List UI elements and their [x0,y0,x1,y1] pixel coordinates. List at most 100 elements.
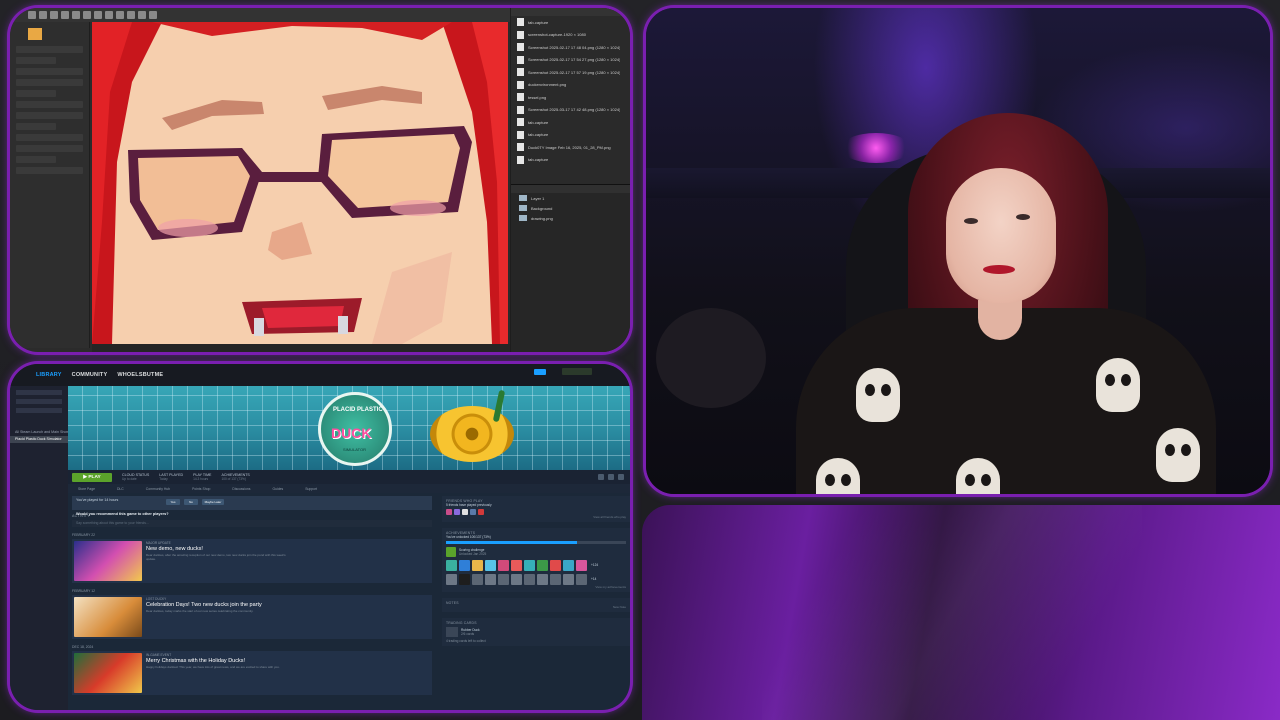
image-list-item[interactable]: tessel.png [511,91,630,104]
locked-achievement-icon[interactable] [550,574,561,585]
option-row[interactable] [16,112,83,119]
achievement-icon[interactable] [459,560,470,571]
image-list-item[interactable]: tab-capture [511,154,630,167]
sidebar-item-collection[interactable]: All Steam Launch and Main Shows [10,429,68,436]
locked-achievement-icon[interactable] [511,574,522,585]
color-swatch-icon[interactable] [28,28,42,40]
avatar[interactable] [454,509,460,515]
zoom-tool-icon[interactable] [149,11,157,19]
image-list-item[interactable]: Screenshot 2025-02-17 17 54 27.png (1280… [511,54,630,67]
option-row[interactable] [16,156,56,163]
locked-achievement-icon[interactable] [498,574,509,585]
image-list-item[interactable]: tab-capture [511,16,630,29]
option-row[interactable] [16,90,56,97]
achievement-icon[interactable] [446,560,457,571]
eraser-tool-icon[interactable] [94,11,102,19]
notification-button[interactable] [534,369,546,375]
favorite-star-icon[interactable] [618,474,624,480]
locked-achievement-icon[interactable] [485,574,496,585]
achievement-icon[interactable] [498,560,509,571]
open-images-list: tab-capture screenshot-capture-1920 × 10… [511,16,630,166]
option-row[interactable] [16,123,56,130]
pencil-tool-icon[interactable] [72,11,80,19]
achievements-link[interactable]: View my achievements [446,585,626,589]
text-tool-icon[interactable] [127,11,135,19]
tab-user[interactable]: WHOELSBUTME [117,372,163,378]
image-list-item[interactable]: duckenvironment.png [511,79,630,92]
image-list-item[interactable]: Duck0TY Image Feb 16, 2025, 01_28_PM.png [511,141,630,154]
avatar[interactable] [470,509,476,515]
locked-achievement-icon[interactable] [537,574,548,585]
layer-item[interactable]: drawing.png [511,213,630,223]
tab-library[interactable]: LIBRARY [36,372,62,378]
recommend-yes-button[interactable]: Yes [166,499,180,505]
achievement-icon[interactable] [511,560,522,571]
locked-achievement-icon[interactable] [524,574,535,585]
achievement-icon[interactable] [537,560,548,571]
recommend-later-button[interactable]: Maybe Later [202,499,224,505]
lasso-tool-icon[interactable] [50,11,58,19]
image-list-item[interactable]: tab-capture [511,116,630,129]
avatar[interactable] [462,509,468,515]
image-list-item[interactable]: Screenshot 2025-03-17 17 42 48.png (1280… [511,104,630,117]
sidebar-home-row[interactable] [16,390,62,395]
option-row[interactable] [16,145,83,152]
achievement-icon[interactable] [550,560,561,571]
option-row[interactable] [16,46,83,53]
activity-input[interactable]: Say something about this game to your fr… [72,520,432,527]
option-row[interactable] [16,79,83,86]
subnav-guides[interactable]: Guides [272,487,283,491]
layer-item[interactable]: Background [511,203,630,213]
new-note-link[interactable]: New Note [446,605,626,609]
fill-tool-icon[interactable] [105,11,113,19]
locked-achievement-icon[interactable] [459,574,470,585]
image-list-item[interactable]: screenshot-capture-1920 × 1080 [511,29,630,42]
subnav-points-shop[interactable]: Points Shop [192,487,210,491]
avatar[interactable] [478,509,484,515]
news-item[interactable]: IN-GAME EVENT Merry Christmas with the Ho… [72,651,432,695]
locked-achievement-icon[interactable] [446,574,457,585]
option-row[interactable] [16,57,56,64]
pixel-art-canvas[interactable] [92,22,508,344]
play-button[interactable]: ▶ PLAY [72,472,112,482]
select-tool-icon[interactable] [39,11,47,19]
achievement-icon[interactable] [563,560,574,571]
friends-link[interactable]: View all friends who play [446,515,626,519]
achievement-icon[interactable] [485,560,496,571]
tab-community[interactable]: COMMUNITY [72,372,108,378]
achievement-icon[interactable] [472,560,483,571]
image-list-item[interactable]: Screenshot 2025-02-17 17 57 19.png (1280… [511,66,630,79]
move-tool-icon[interactable] [28,11,36,19]
news-item[interactable]: MAJOR UPDATE New demo, new ducks! Dear duc… [72,539,432,583]
locked-achievement-icon[interactable] [576,574,587,585]
subnav-discussions[interactable]: Discussions [232,487,250,491]
subnav-store-page[interactable]: Store Page [78,487,95,491]
locked-achievement-icon[interactable] [563,574,574,585]
picker-tool-icon[interactable] [138,11,146,19]
image-list-item[interactable]: tab-capture [511,129,630,142]
image-list-item[interactable]: Screenshot 2025-02-17 17 48 04.png (1280… [511,41,630,54]
sidebar-item-placid-plastic-duck[interactable]: Placid Plastic Duck Simulator [10,436,68,443]
subnav-dlc[interactable]: DLC [117,487,124,491]
news-item[interactable]: LOST DUCKY Celebration Days! Two new duck… [72,595,432,639]
avatar[interactable] [446,509,452,515]
account-menu-button[interactable] [562,368,592,375]
sidebar-filter-row[interactable] [16,399,62,404]
option-row[interactable] [16,167,83,174]
recommend-no-button[interactable]: No [184,499,198,505]
crop-tool-icon[interactable] [61,11,69,19]
info-icon[interactable] [608,474,614,480]
locked-achievement-icon[interactable] [472,574,483,585]
settings-gear-icon[interactable] [598,474,604,480]
brush-tool-icon[interactable] [83,11,91,19]
option-row[interactable] [16,134,83,141]
option-row[interactable] [16,101,83,108]
achievement-icon[interactable] [524,560,535,571]
option-row[interactable] [16,68,83,75]
subnav-support[interactable]: Support [305,487,317,491]
achievement-icon[interactable] [576,560,587,571]
layer-item[interactable]: Layer 1 [511,193,630,203]
sidebar-search-row[interactable] [16,408,62,413]
gradient-tool-icon[interactable] [116,11,124,19]
subnav-community-hub[interactable]: Community Hub [146,487,170,491]
